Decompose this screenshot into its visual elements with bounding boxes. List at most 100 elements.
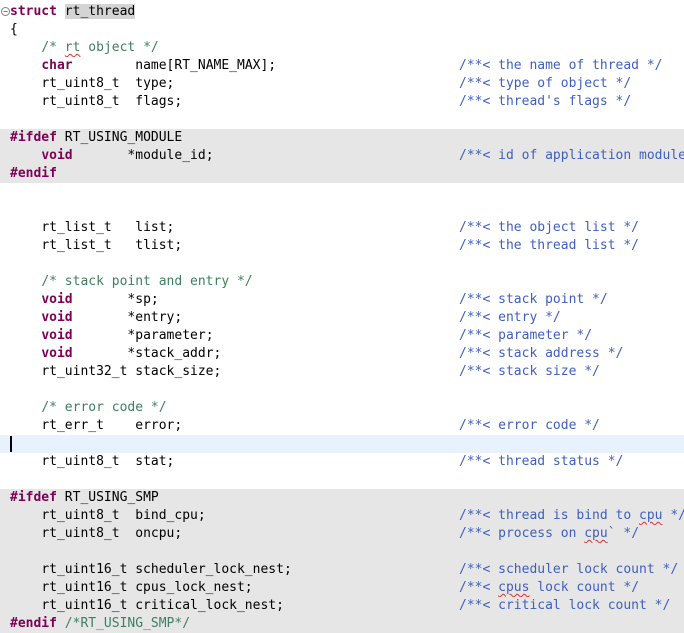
code-line[interactable]: rt_err_t error; /**< error code */: [0, 417, 684, 435]
type: rt_uint16_t: [41, 580, 128, 595]
current-line[interactable]: [0, 435, 684, 453]
code-line[interactable]: void *parameter; /**< parameter */: [0, 327, 684, 345]
doc-comment: /**< the thread list */: [459, 238, 640, 253]
comment: /* error code */: [41, 400, 167, 415]
doc-comment: /**< stack size */: [459, 364, 600, 379]
code-line[interactable]: [0, 183, 684, 201]
macro-name: RT_USING_SMP: [64, 490, 159, 505]
type: rt_uint8_t: [41, 526, 120, 541]
doc-comment: /**< scheduler lock count */: [459, 562, 679, 577]
code-line[interactable]: rt_uint8_t type; /**< type of object */: [0, 75, 684, 93]
preprocessor: #ifdef: [10, 130, 57, 145]
code-line[interactable]: rt_list_t tlist; /**< the thread list */: [0, 237, 684, 255]
preprocessor: #endif: [10, 616, 57, 631]
field: stat;: [135, 454, 175, 469]
code-line[interactable]: rt_uint16_t cpus_lock_nest; /**< cpus lo…: [0, 579, 684, 597]
field: flags;: [135, 94, 183, 109]
keyword: void: [41, 292, 73, 307]
doc-comment: /**< the name of thread */: [459, 58, 663, 73]
field: *parameter;: [127, 328, 214, 343]
code-line[interactable]: rt_uint8_t bind_cpu; /**< thread is bind…: [0, 507, 684, 525]
doc-comment: /**< cpus lock count */: [459, 580, 640, 595]
type: rt_uint8_t: [41, 76, 120, 91]
field: *entry;: [127, 310, 183, 325]
code-line[interactable]: #endif /*RT_USING_SMP*/: [0, 615, 684, 633]
field: type;: [135, 76, 175, 91]
keyword: void: [41, 346, 73, 361]
fold-collapse-icon[interactable]: −: [1, 7, 10, 16]
doc-comment: /**< parameter */: [459, 328, 593, 343]
comment: /*RT_USING_SMP*/: [64, 616, 191, 631]
type: rt_list_t: [41, 238, 112, 253]
code-line[interactable]: [0, 471, 684, 489]
code-line[interactable]: void *stack_addr; /**< stack address */: [0, 345, 684, 363]
code-line[interactable]: [0, 111, 684, 129]
code-line[interactable]: #ifdef RT_USING_SMP: [0, 489, 684, 507]
doc-comment: /**< thread status */: [459, 454, 624, 469]
code-line[interactable]: rt_list_t list; /**< the object list */: [0, 219, 684, 237]
code-line[interactable]: [0, 201, 684, 219]
doc-comment: /**< stack address */: [459, 346, 624, 361]
field: list;: [135, 220, 175, 235]
field: error;: [135, 418, 183, 433]
keyword: void: [41, 328, 73, 343]
code-line[interactable]: − struct rt_thread: [0, 3, 684, 21]
doc-comment: /**< process on cpu` */: [459, 526, 640, 541]
keyword: char: [41, 58, 73, 73]
code-line[interactable]: rt_uint16_t scheduler_lock_nest; /**< sc…: [0, 561, 684, 579]
code-line[interactable]: rt_uint8_t stat; /**< thread status */: [0, 453, 684, 471]
code-line[interactable]: rt_uint8_t oncpu; /**< process on cpu` *…: [0, 525, 684, 543]
code-line[interactable]: rt_uint8_t flags; /**< thread's flags */: [0, 93, 684, 111]
field: oncpu;: [135, 526, 183, 541]
doc-comment: /**< thread is bind to cpu */: [459, 508, 684, 523]
type: rt_uint8_t: [41, 94, 120, 109]
doc-comment: /**< the object list */: [459, 220, 640, 235]
code-line[interactable]: void *sp; /**< stack point */: [0, 291, 684, 309]
code-line[interactable]: void *entry; /**< entry */: [0, 309, 684, 327]
code-line[interactable]: [0, 543, 684, 561]
type: rt_uint16_t: [41, 562, 128, 577]
code-line[interactable]: /* error code */: [0, 399, 684, 417]
macro-name: RT_USING_MODULE: [64, 130, 183, 145]
preprocessor: #ifdef: [10, 490, 57, 505]
type: rt_uint16_t: [41, 598, 128, 613]
field: name[RT_NAME_MAX];: [135, 58, 277, 73]
struct-name: rt_thread: [64, 4, 136, 19]
code-line[interactable]: rt_uint16_t critical_lock_nest; /**< cri…: [0, 597, 684, 615]
field: tlist;: [135, 238, 183, 253]
doc-comment: /**< stack point */: [459, 292, 608, 307]
fold-gutter[interactable]: −: [0, 3, 10, 21]
code-line[interactable]: #ifdef RT_USING_MODULE: [0, 129, 684, 147]
code-line[interactable]: /* rt object */: [0, 39, 684, 57]
code-line[interactable]: void *module_id; /**< id of application …: [0, 147, 684, 165]
doc-comment: /**< id of application module */: [459, 148, 684, 163]
preprocessor: #endif: [10, 166, 57, 181]
code-line[interactable]: /* stack point and entry */: [0, 273, 684, 291]
code-line[interactable]: char name[RT_NAME_MAX]; /**< the name of…: [0, 57, 684, 75]
code-line[interactable]: rt_uint32_t stack_size; /**< stack size …: [0, 363, 684, 381]
field: cpus_lock_nest;: [135, 580, 253, 595]
field: *stack_addr;: [127, 346, 222, 361]
code-line[interactable]: [0, 381, 684, 399]
keyword: void: [41, 148, 73, 163]
open-brace: {: [10, 22, 18, 37]
doc-comment: /**< entry */: [459, 310, 561, 325]
field: scheduler_lock_nest;: [135, 562, 292, 577]
text-caret: [10, 436, 12, 452]
code-line[interactable]: #endif: [0, 165, 684, 183]
type: rt_uint8_t: [41, 454, 120, 469]
code-line[interactable]: {: [0, 21, 684, 39]
comment: /* stack point and entry */: [41, 274, 253, 289]
code-editor[interactable]: − struct rt_thread { /* rt object */ cha…: [0, 3, 684, 633]
field: bind_cpu;: [135, 508, 206, 523]
field: critical_lock_nest;: [135, 598, 284, 613]
keyword: void: [41, 310, 73, 325]
code-line[interactable]: [0, 255, 684, 273]
doc-comment: /**< error code */: [459, 418, 600, 433]
type: rt_uint32_t: [41, 364, 128, 379]
keyword: struct: [10, 4, 57, 19]
field: stack_size;: [135, 364, 222, 379]
field: *module_id;: [127, 148, 214, 163]
doc-comment: /**< type of object */: [459, 76, 632, 91]
type: rt_list_t: [41, 220, 112, 235]
